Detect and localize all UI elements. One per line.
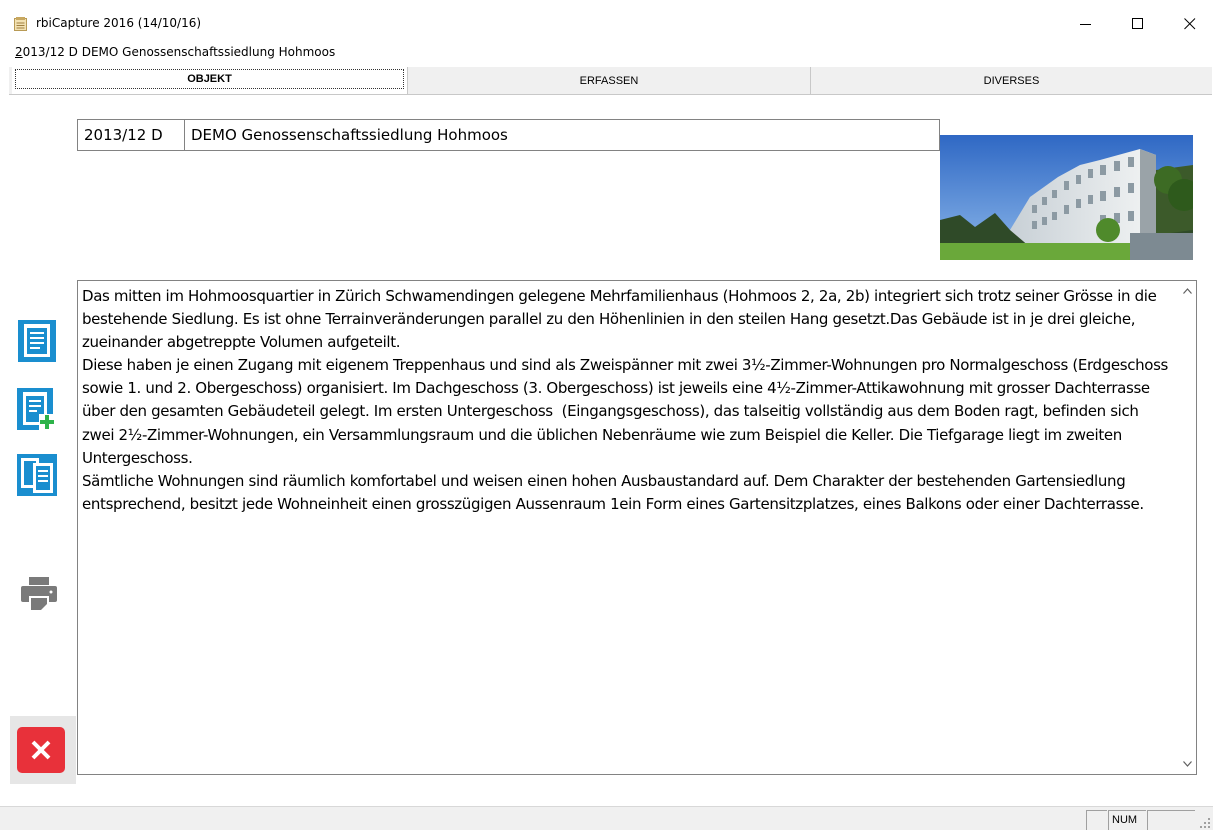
scroll-down-button[interactable] xyxy=(1182,759,1192,769)
vertical-scrollbar[interactable] xyxy=(1178,281,1196,774)
object-code-field[interactable]: 2013/12 D xyxy=(78,120,185,150)
building-photo-image xyxy=(940,135,1193,260)
chevron-down-icon xyxy=(1182,761,1192,767)
building-photo xyxy=(940,135,1193,260)
copy-document-icon xyxy=(17,454,57,496)
tab-bar: OBJEKT ERFASSEN DIVERSES xyxy=(9,67,1212,95)
tab-diverses[interactable]: DIVERSES xyxy=(811,67,1212,94)
status-bar: NUM xyxy=(0,806,1213,830)
document-icon xyxy=(18,320,56,362)
object-name-field[interactable]: DEMO Genossenschaftssiedlung Hohmoos xyxy=(185,120,939,150)
tab-diverses-label: DIVERSES xyxy=(983,74,1040,87)
chevron-up-icon xyxy=(1182,288,1192,294)
close-icon xyxy=(17,727,65,773)
close-panel xyxy=(10,716,76,784)
window-title: rbiCapture 2016 (14/10/16) xyxy=(36,16,202,30)
close-window-button[interactable] xyxy=(1167,8,1213,40)
description-text: Das mitten im Hohmoosquartier in Zürich … xyxy=(82,287,1169,513)
tab-objekt-label: OBJEKT xyxy=(187,72,232,85)
printer-icon xyxy=(21,577,57,612)
close-button[interactable] xyxy=(17,727,65,775)
subtitle-text: 013/12 D DEMO Genossenschaftssiedlung Ho… xyxy=(22,45,336,59)
status-cell-scroll xyxy=(1147,810,1195,830)
open-document-button[interactable] xyxy=(17,316,57,366)
new-document-icon xyxy=(17,388,55,430)
sidebar xyxy=(9,96,76,784)
description-textarea[interactable]: Das mitten im Hohmoosquartier in Zürich … xyxy=(77,280,1197,775)
object-subtitle: 2013/12 D DEMO Genossenschaftssiedlung H… xyxy=(15,45,335,59)
minimize-button[interactable] xyxy=(1063,8,1109,40)
resize-grip-icon[interactable] xyxy=(1199,817,1211,829)
title-bar: rbiCapture 2016 (14/10/16) xyxy=(0,0,1213,44)
minimize-icon xyxy=(1080,24,1091,25)
maximize-icon xyxy=(1132,18,1143,29)
maximize-button[interactable] xyxy=(1115,8,1161,40)
tab-erfassen-label: ERFASSEN xyxy=(579,74,639,87)
scroll-up-button[interactable] xyxy=(1182,286,1192,296)
close-window-icon xyxy=(1184,18,1196,30)
app-icon xyxy=(14,17,27,31)
copy-document-button[interactable] xyxy=(17,450,57,500)
status-cell-empty xyxy=(1086,810,1107,830)
new-document-button[interactable] xyxy=(17,384,57,434)
tab-erfassen[interactable]: ERFASSEN xyxy=(408,67,810,94)
num-lock-indicator: NUM xyxy=(1108,810,1146,830)
tab-objekt[interactable]: OBJEKT xyxy=(12,67,407,94)
object-header: 2013/12 D DEMO Genossenschaftssiedlung H… xyxy=(77,119,940,151)
subtitle-accelerator: 2 xyxy=(15,45,23,59)
print-button[interactable] xyxy=(19,570,59,618)
